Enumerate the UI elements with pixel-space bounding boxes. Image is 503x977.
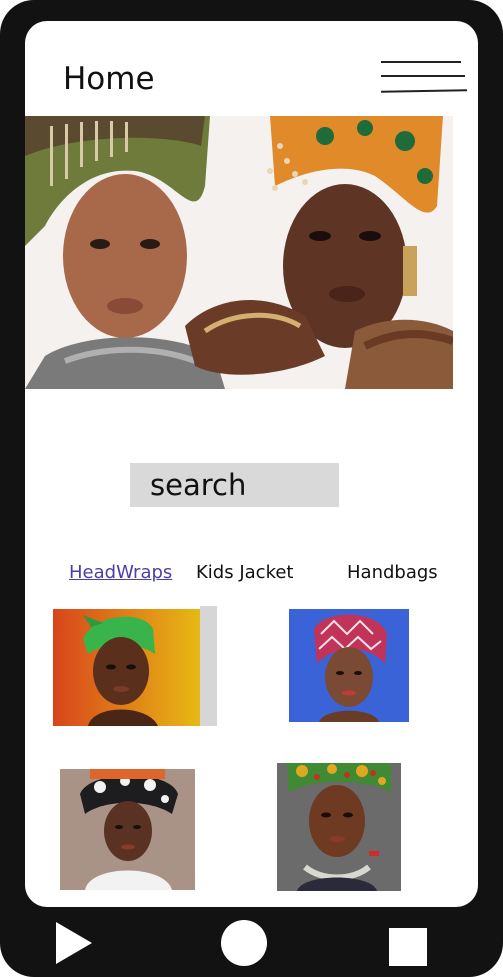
headwrap-photo-patterned-on-taupe — [60, 769, 195, 890]
square-icon — [389, 928, 427, 966]
tab-headwraps[interactable]: HeadWraps — [69, 562, 172, 583]
phone-frame: Home search HeadWraps Kids Jacket Handba… — [0, 0, 503, 977]
headwrap-photo-ankara-on-gray — [277, 763, 401, 891]
back-button[interactable] — [56, 922, 92, 964]
search-input[interactable] — [130, 463, 339, 507]
product-card-headwrap-2[interactable] — [289, 609, 409, 722]
page-title: Home — [63, 61, 155, 97]
menu-icon[interactable] — [380, 59, 468, 93]
hero-image — [25, 116, 453, 389]
product-card-headwrap-3[interactable] — [60, 769, 195, 890]
tab-kids-jacket[interactable]: Kids Jacket — [196, 562, 293, 583]
home-button[interactable] — [221, 920, 267, 966]
headwrap-photo-green-on-orange — [53, 609, 200, 726]
tab-handbags[interactable]: Handbags — [347, 562, 438, 583]
product-card-headwrap-1[interactable] — [53, 609, 200, 726]
product-scrollbar[interactable] — [200, 606, 217, 726]
recent-apps-button[interactable] — [389, 928, 427, 966]
play-triangle-icon — [56, 922, 92, 964]
app-screen: Home search HeadWraps Kids Jacket Handba… — [25, 21, 478, 907]
circle-icon — [221, 920, 267, 966]
headwrap-photo-pink-on-blue — [289, 609, 409, 722]
product-card-headwrap-4[interactable] — [277, 763, 401, 891]
